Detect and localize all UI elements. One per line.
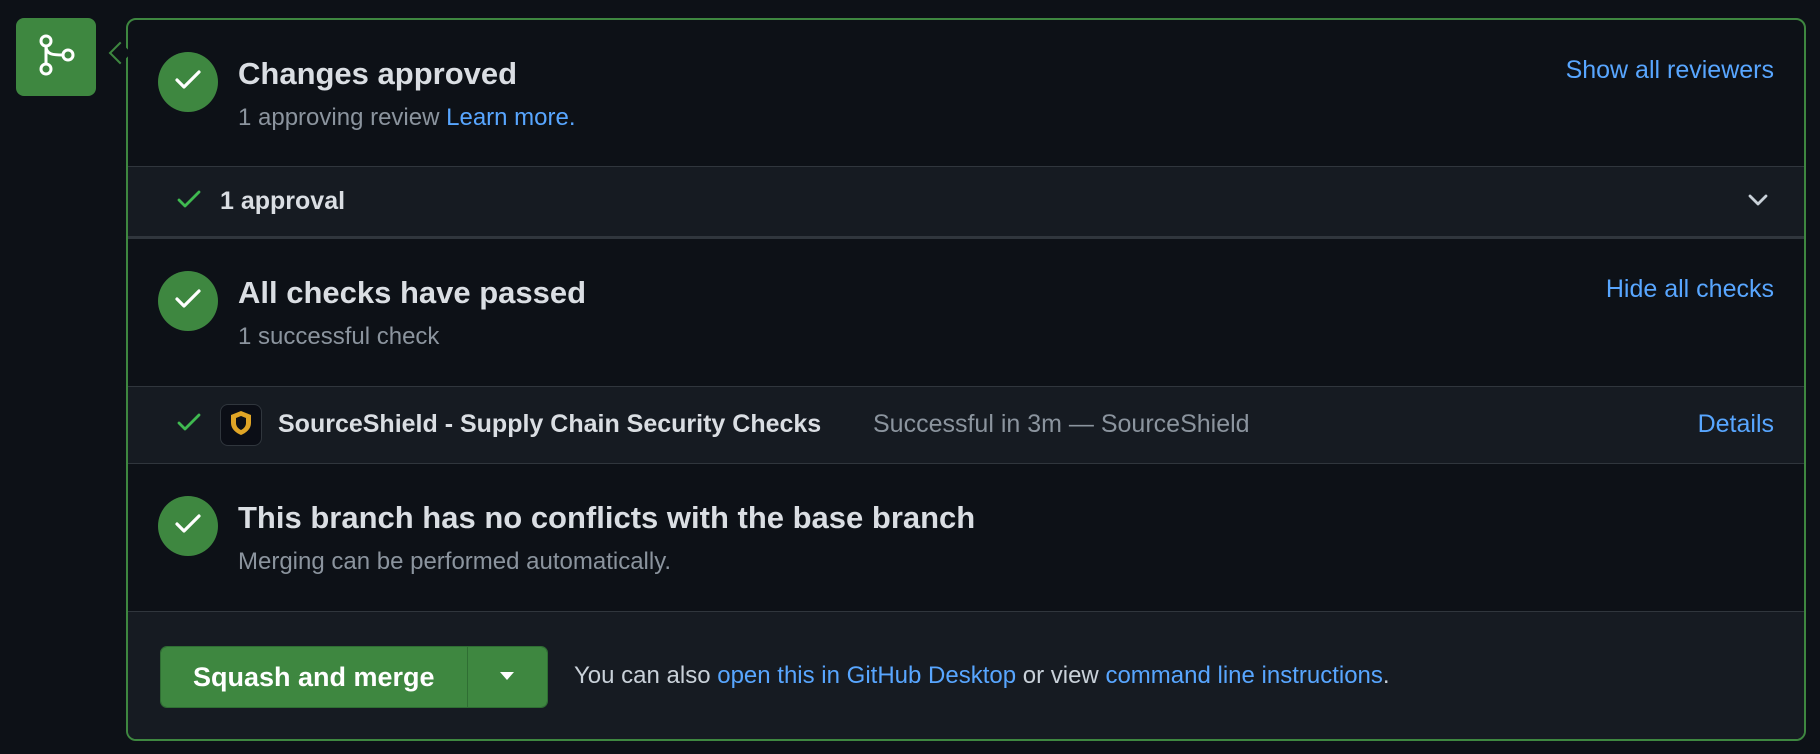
open-in-github-desktop-link[interactable]: open this in GitHub Desktop bbox=[717, 662, 1016, 689]
review-status-title: Changes approved bbox=[238, 56, 518, 91]
caret-down-icon bbox=[498, 668, 516, 686]
conflicts-status-title: This branch has no conflicts with the ba… bbox=[238, 500, 976, 535]
check-name: SourceShield - Supply Chain Security Che… bbox=[278, 410, 822, 438]
review-status-subtitle: 1 approving review Learn more. bbox=[238, 104, 576, 132]
chevron-down-icon[interactable] bbox=[1746, 191, 1770, 214]
show-all-reviewers-link[interactable]: Show all reviewers bbox=[1566, 56, 1774, 85]
merge-button-group: Squash and merge bbox=[160, 646, 548, 708]
check-status-text: Successful in 3m — SourceShield bbox=[873, 410, 1250, 438]
learn-more-link[interactable]: Learn more. bbox=[446, 104, 575, 131]
success-status-circle bbox=[158, 271, 218, 331]
conflicts-status-section: This branch has no conflicts with the ba… bbox=[128, 464, 1804, 612]
check-icon bbox=[174, 513, 202, 540]
merge-alternatives-note: You can also open this in GitHub Desktop… bbox=[574, 662, 1390, 690]
check-icon bbox=[176, 412, 202, 439]
git-merge-icon bbox=[34, 33, 78, 82]
checks-status-subtitle: 1 successful check bbox=[238, 323, 440, 350]
success-status-circle bbox=[158, 496, 218, 556]
check-item-row: SourceShield - Supply Chain Security Che… bbox=[128, 387, 1804, 464]
merge-note-suffix: . bbox=[1382, 662, 1390, 689]
command-line-instructions-link[interactable]: command line instructions bbox=[1105, 662, 1382, 689]
merge-method-dropdown-button[interactable] bbox=[466, 647, 547, 707]
conflicts-status-subtitle: Merging can be performed automatically. bbox=[238, 548, 672, 575]
hide-all-checks-link[interactable]: Hide all checks bbox=[1606, 275, 1774, 304]
check-details-link[interactable]: Details bbox=[1698, 410, 1774, 439]
merge-box-panel: Changes approved 1 approving review Lear… bbox=[126, 18, 1806, 741]
shield-icon bbox=[228, 409, 254, 442]
check-icon bbox=[174, 288, 202, 315]
sourceshield-app-logo bbox=[220, 404, 262, 446]
checks-status-section: All checks have passed 1 successful chec… bbox=[128, 239, 1804, 387]
approving-review-count: 1 approving review bbox=[238, 104, 440, 131]
approval-summary-row[interactable]: 1 approval bbox=[128, 167, 1804, 239]
check-icon bbox=[176, 189, 202, 216]
check-icon bbox=[174, 69, 202, 96]
review-status-section: Changes approved 1 approving review Lear… bbox=[128, 20, 1804, 167]
merge-note-middle: or view bbox=[1022, 662, 1099, 689]
squash-and-merge-button[interactable]: Squash and merge bbox=[161, 647, 467, 707]
timeline-merge-badge bbox=[16, 18, 96, 96]
merge-note-prefix: You can also bbox=[574, 662, 711, 689]
merge-action-section: Squash and merge You can also open this … bbox=[128, 612, 1804, 739]
approval-summary-label: 1 approval bbox=[220, 187, 346, 215]
checks-status-title: All checks have passed bbox=[238, 275, 587, 310]
success-status-circle bbox=[158, 52, 218, 112]
